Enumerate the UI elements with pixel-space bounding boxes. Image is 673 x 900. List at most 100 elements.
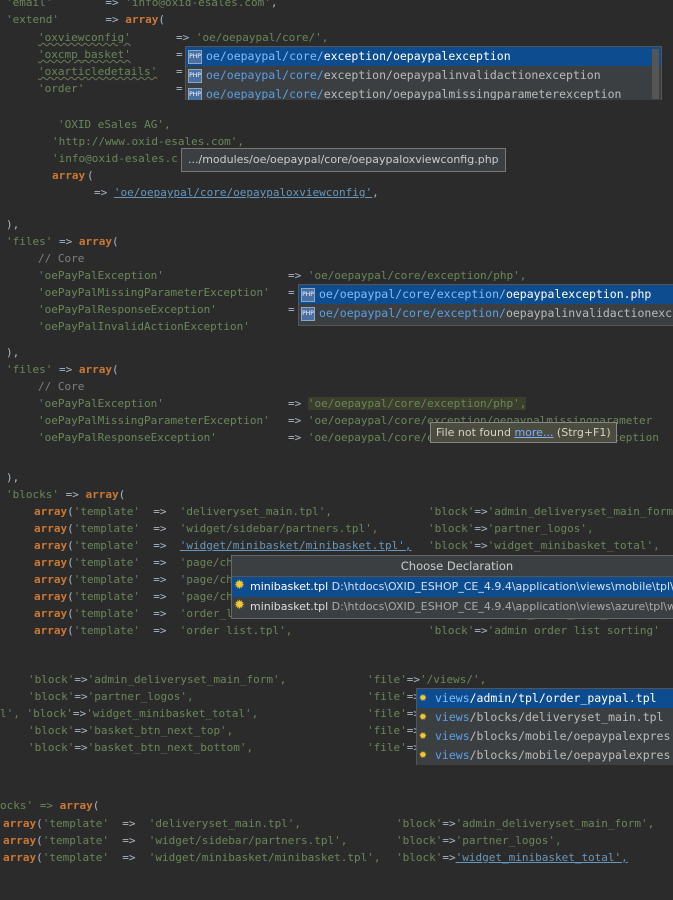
declaration-name: minibasket.tpl	[250, 580, 329, 593]
file-value: '/views/',	[420, 673, 487, 686]
completion-item[interactable]: PHP oe/oepaypal/core/exception/oepaypalex…	[186, 47, 661, 66]
rest-text: exception/oepaypalinvalidactionexception	[323, 68, 601, 82]
arrow: =>	[139, 590, 180, 603]
arrow: =>	[474, 522, 488, 535]
more-link[interactable]: more...	[514, 426, 553, 439]
completion-item[interactable]: PHP oe/oepaypal/core/exception/oepaypalin…	[186, 66, 661, 85]
file-key: 'oePayPalResponseException'	[38, 303, 217, 316]
completion-item[interactable]: views/admin/tpl/order_paypal.tpl	[417, 689, 673, 708]
file-value-text[interactable]: 'oe/oepaypal/core/exception/php',	[307, 397, 527, 410]
paren: (	[36, 851, 43, 864]
editor-panel-blocks-result: ocks' => array( array('template' => 'del…	[0, 795, 673, 880]
file-key: 'oePayPalResponseException'	[38, 431, 217, 444]
arrow: =>	[139, 624, 180, 637]
file-key: 'oePayPalException'	[38, 269, 164, 282]
arrow: =	[176, 48, 183, 61]
comment-core: // Core	[38, 380, 85, 393]
file-key-cell: 'file'=>	[367, 705, 420, 722]
arrow: =>	[108, 834, 149, 847]
completion-item[interactable]: views/blocks/mobile/oepaypalexpres	[417, 727, 673, 746]
code-line-extend: 'extend' => array(	[6, 11, 165, 28]
block-name: 'block'=>'admin order list sorting'	[428, 622, 660, 639]
completion-popup[interactable]: PHP oe/oepaypal/core/exception/oepaypalex…	[298, 284, 673, 326]
template-value: 'deliveryset_main.tpl',	[179, 505, 333, 518]
template-icon	[234, 600, 246, 613]
block-value: 'admin_deliveryset_main_form',	[87, 673, 287, 686]
arrow: =	[176, 82, 183, 95]
completion-popup[interactable]: PHP oe/oepaypal/core/exception/oepaypalex…	[185, 46, 662, 100]
match-text: oe/oepaypal/core/	[206, 87, 324, 100]
editor-panel-files-error: ), 'files' => array( // Core 'oePayPalEx…	[0, 343, 673, 458]
declaration-item[interactable]: minibasket.tpl D:\htdocs\OXID_ESHOP_CE_4…	[232, 597, 673, 617]
block-row: array('template' => 'order list.tpl',	[34, 622, 292, 639]
completion-item[interactable]: views/blocks/mobile/oepaypalexpres	[417, 746, 673, 765]
popup-title: Choose Declaration	[232, 556, 673, 577]
block-value: 'admin_deliveryset_main_form',	[455, 817, 655, 830]
match-text: oe/oepaypal/core/	[206, 49, 324, 63]
template-icon	[419, 730, 431, 743]
declaration-item[interactable]: minibasket.tpl D:\htdocs\OXID_ESHOP_CE_4…	[232, 577, 673, 597]
block-key: 'block'	[428, 522, 475, 535]
rest-text: /blocks/mobile/oepaypalexpres	[469, 729, 671, 743]
paren: (	[67, 505, 74, 518]
template-icon	[419, 692, 431, 705]
array-keyword: array	[34, 607, 68, 620]
block-key: 'block'	[396, 851, 443, 864]
block-file-row: l', 'block'=>'widget_minibasket_total',	[0, 705, 258, 722]
rest-text: /blocks/deliveryset_main.tpl	[469, 710, 664, 724]
file-key: 'file'	[367, 724, 407, 737]
array-keyword: array	[78, 235, 112, 248]
arrow: =	[288, 286, 295, 299]
paren: (	[158, 13, 165, 26]
block-row: array('template' => 'widget/minibasket/m…	[34, 537, 412, 554]
editor-panel-blocks: ), 'blocks' => array( array('template' =…	[0, 468, 673, 640]
block-key: 'block'	[428, 505, 475, 518]
hint-text: File not found	[436, 426, 515, 439]
paren: (	[67, 573, 74, 586]
paren: (	[36, 834, 43, 847]
completion-item[interactable]: PHP oe/oepaypal/core/exception/oepaypalmi…	[186, 85, 661, 100]
match-text: oe/oepaypal/core/exception/	[319, 287, 506, 301]
block-file-row: 'block'=>'basket_btn_next_bottom',	[28, 739, 253, 756]
file-key: 'file'	[367, 690, 407, 703]
choose-declaration-popup[interactable]: Choose Declaration minibasket.tpl D:\htd…	[231, 555, 673, 619]
block-name: 'block'=>'widget_minibasket_total',	[396, 849, 628, 866]
completion-popup[interactable]: views/admin/tpl/order_paypal.tpl views/b…	[416, 688, 673, 765]
files-key: 'files'	[6, 363, 53, 376]
block-name: 'block'=>'widget_minibasket_total',	[428, 537, 660, 554]
popup-scrollbar[interactable]	[652, 49, 659, 99]
arrow: =>	[139, 556, 180, 569]
viewconfig-link[interactable]: 'oe/oepaypal/core/oepaypaloxviewconfig'	[114, 186, 372, 199]
block-row: array('template' => 'deliveryset_main.tp…	[34, 503, 332, 520]
completion-item[interactable]: PHP oe/oepaypal/core/exception/oepaypalin…	[299, 304, 673, 323]
array-keyword: array	[34, 505, 68, 518]
array-keyword: array	[85, 488, 119, 501]
paren: (	[67, 522, 74, 535]
block-value: 'partner_logos',	[87, 690, 194, 703]
block-row: array('template' => 'widget/sidebar/part…	[3, 832, 347, 849]
close-paren: ),	[6, 218, 20, 231]
editor-panel-extend: 'email' => 'info@oxid-esales.com', 'exte…	[0, 0, 673, 100]
close-paren: ),	[6, 346, 20, 359]
match-text: views	[435, 748, 470, 762]
extend-value: => 'oe/oepaypal/core/',	[176, 31, 329, 44]
block-value[interactable]: 'widget_minibasket_total',	[456, 851, 628, 864]
template-value: 'deliveryset_main.tpl',	[148, 817, 302, 830]
block-key: 'block'	[26, 707, 73, 720]
code-line-author: 'OXID eSales AG',	[58, 118, 171, 131]
block-file-row: 'block'=>'admin_deliveryset_main_form',	[28, 671, 286, 688]
array-keyword: array	[34, 573, 68, 586]
paren: (	[36, 817, 43, 830]
paren: (	[67, 607, 74, 620]
blocks-key: ocks' =>	[0, 799, 60, 812]
template-icon	[234, 580, 246, 593]
block-row: array('template' => 'widget/minibasket/m…	[3, 849, 381, 866]
completion-item[interactable]: views/blocks/deliveryset_main.tpl	[417, 708, 673, 727]
template-value[interactable]: 'widget/minibasket/minibasket.tpl',	[180, 539, 412, 552]
path-tooltip: .../modules/oe/oepaypal/core/oepaypaloxv…	[181, 148, 506, 172]
paren: (	[67, 556, 74, 569]
extend-key-oxcmp-basket: 'oxcmp_basket'	[38, 48, 131, 61]
completion-item[interactable]: PHP oe/oepaypal/core/exception/oepaypalex…	[299, 285, 673, 304]
file-key-cell: 'file'=>	[367, 722, 420, 739]
arrow: =>	[442, 817, 456, 830]
